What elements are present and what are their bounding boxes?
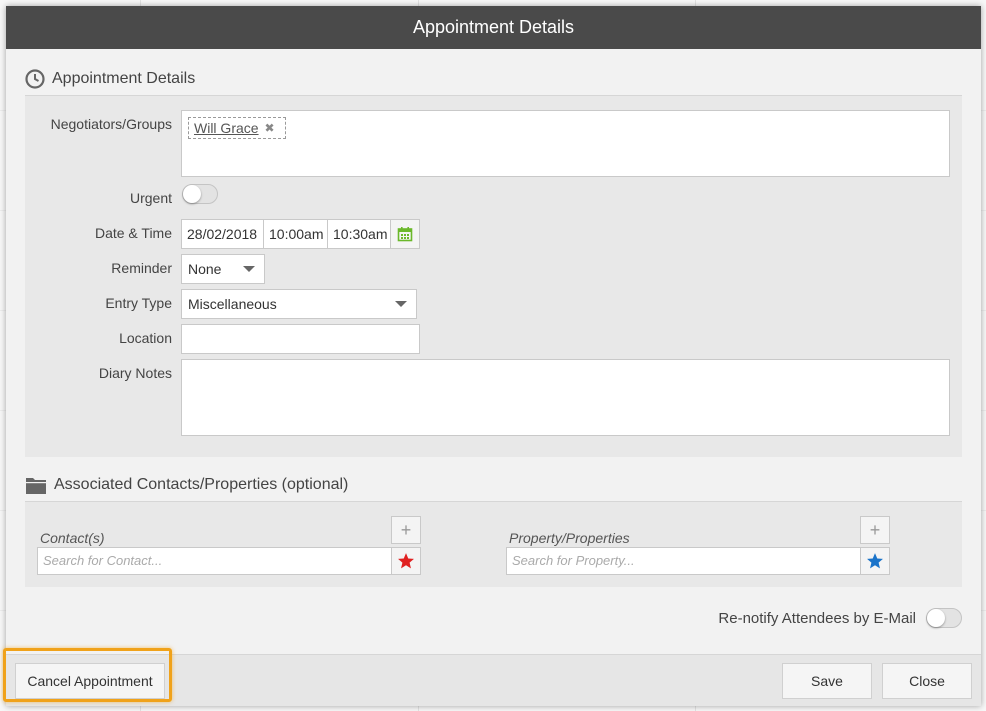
datetime-label: Date & Time bbox=[94, 225, 172, 241]
contact-favourites-button[interactable] bbox=[391, 547, 421, 575]
cancel-appointment-highlight bbox=[3, 648, 172, 702]
plus-icon: + bbox=[869, 519, 881, 540]
end-time-input[interactable]: 10:30am bbox=[328, 220, 391, 248]
dialog-title: Appointment Details bbox=[412, 17, 575, 37]
contacts-label: Contact(s) bbox=[40, 530, 105, 546]
associated-section-title: Associated Contacts/Properties (optional… bbox=[25, 475, 348, 495]
clock-icon bbox=[25, 69, 45, 89]
negotiator-tag[interactable]: Will Grace ✖ bbox=[188, 117, 286, 139]
diary-notes-textarea[interactable] bbox=[181, 359, 950, 436]
renotify-toggle[interactable] bbox=[926, 608, 962, 628]
appointment-dialog: Appointment Details Appointment Details … bbox=[6, 6, 981, 706]
reminder-label: Reminder bbox=[111, 260, 172, 276]
date-input[interactable]: 28/02/2018 bbox=[182, 220, 264, 248]
close-button[interactable]: Close bbox=[882, 663, 972, 699]
negotiators-field[interactable]: Will Grace ✖ bbox=[181, 110, 950, 177]
close-icon[interactable]: ✖ bbox=[265, 118, 275, 138]
appointment-panel: Negotiators/Groups Will Grace ✖ Urgent D… bbox=[25, 95, 962, 457]
chevron-down-icon bbox=[243, 266, 255, 272]
appointment-section-title: Appointment Details bbox=[25, 69, 195, 89]
folder-icon bbox=[25, 475, 47, 495]
start-time-input[interactable]: 10:00am bbox=[264, 220, 328, 248]
property-search-input[interactable]: Search for Property... bbox=[506, 547, 861, 575]
add-contact-button[interactable]: + bbox=[391, 516, 421, 544]
contact-search-input[interactable]: Search for Contact... bbox=[37, 547, 392, 575]
calendar-icon[interactable] bbox=[391, 220, 419, 248]
star-icon bbox=[867, 553, 883, 569]
add-property-button[interactable]: + bbox=[860, 516, 890, 544]
urgent-label: Urgent bbox=[129, 190, 172, 206]
urgent-toggle[interactable] bbox=[182, 184, 218, 204]
dialog-header: Appointment Details bbox=[6, 6, 981, 49]
chevron-down-icon bbox=[395, 301, 407, 307]
renotify-label: Re-notify Attendees by E-Mail bbox=[718, 610, 916, 627]
datetime-group: 28/02/2018 10:00am 10:30am bbox=[181, 219, 420, 249]
star-icon bbox=[398, 553, 414, 569]
property-favourites-button[interactable] bbox=[860, 547, 890, 575]
negotiators-label: Negotiators/Groups bbox=[50, 116, 172, 132]
save-button[interactable]: Save bbox=[782, 663, 872, 699]
associated-panel: Contact(s) + Search for Contact... Prope… bbox=[25, 501, 962, 587]
entry-type-select[interactable]: Miscellaneous bbox=[181, 289, 417, 319]
plus-icon: + bbox=[400, 519, 412, 540]
entry-type-label: Entry Type bbox=[105, 295, 172, 311]
reminder-select[interactable]: None bbox=[181, 254, 265, 284]
location-label: Location bbox=[119, 330, 172, 346]
properties-label: Property/Properties bbox=[509, 530, 630, 546]
location-input[interactable] bbox=[181, 324, 420, 354]
diary-notes-label: Diary Notes bbox=[98, 365, 172, 381]
